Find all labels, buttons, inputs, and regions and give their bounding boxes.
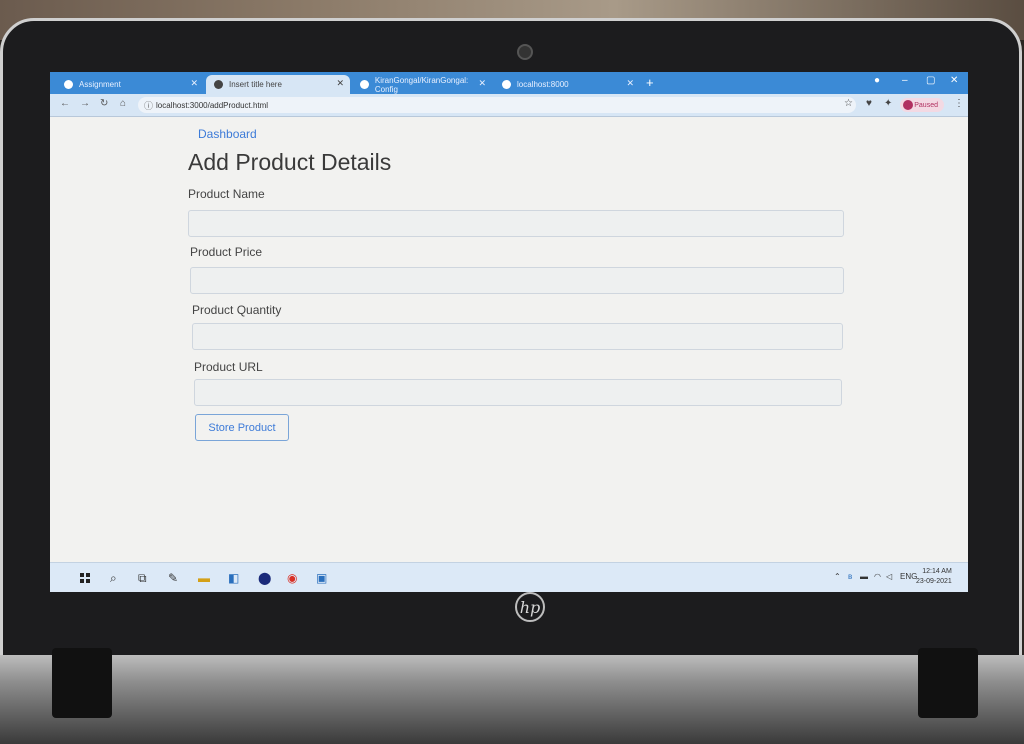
wifi-icon[interactable]: ◠ bbox=[874, 572, 881, 581]
page-content: Dashboard Add Product Details Product Na… bbox=[50, 117, 968, 562]
minimize-icon[interactable]: – bbox=[902, 75, 908, 86]
close-icon[interactable]: ✕ bbox=[626, 78, 634, 89]
app-icon[interactable]: ⬤ bbox=[258, 571, 271, 585]
product-quantity-label: Product Quantity bbox=[192, 303, 282, 317]
chrome-icon[interactable]: ◉ bbox=[287, 571, 297, 585]
clock[interactable]: 12:14 AM 23-09-2021 bbox=[916, 567, 952, 587]
product-price-label: Product Price bbox=[190, 245, 263, 259]
close-icon[interactable]: ✕ bbox=[190, 78, 198, 89]
puzzle-icon[interactable]: ✦ bbox=[884, 98, 892, 109]
webcam bbox=[517, 44, 533, 60]
hinge-right bbox=[918, 648, 978, 718]
tab-assignment[interactable]: Assignment ✕ bbox=[56, 75, 204, 94]
avatar bbox=[903, 100, 913, 110]
info-icon: ⓘ bbox=[144, 101, 154, 111]
window-close-icon[interactable]: ✕ bbox=[950, 75, 958, 86]
bluetooth-icon[interactable]: ʙ bbox=[848, 572, 852, 581]
address-text: localhost:3000/addProduct.html bbox=[156, 100, 269, 110]
tab-label: localhost:8000 bbox=[517, 80, 569, 89]
pen-icon[interactable]: ✎ bbox=[168, 571, 178, 585]
tab-insert-title[interactable]: Insert title here ✕ bbox=[206, 75, 350, 94]
volume-icon[interactable]: ◁ bbox=[886, 572, 892, 581]
forward-arrow-icon[interactable]: → bbox=[80, 98, 90, 109]
kebab-menu-icon[interactable]: ⋮ bbox=[954, 98, 964, 109]
laptop-base bbox=[0, 655, 1024, 744]
new-tab-button[interactable]: + bbox=[646, 75, 654, 90]
tab-github[interactable]: KiranGongal/KiranGongal: Config ✕ bbox=[352, 75, 492, 94]
folder-icon[interactable]: ▬ bbox=[198, 571, 210, 585]
hinge-left bbox=[52, 648, 112, 718]
globe-icon bbox=[214, 80, 223, 89]
tab-label: Insert title here bbox=[229, 80, 282, 89]
page-icon bbox=[64, 80, 73, 89]
product-name-input[interactable] bbox=[188, 210, 844, 237]
profile-button[interactable]: Paused bbox=[900, 98, 944, 112]
dashboard-link[interactable]: Dashboard bbox=[198, 127, 257, 141]
browser-toolbar: ← → ↻ ⌂ ⓘ localhost:3000/addProduct.html… bbox=[50, 94, 968, 117]
bookmark-star-icon[interactable]: ☆ bbox=[844, 98, 853, 109]
product-url-input[interactable] bbox=[194, 379, 842, 406]
maximize-icon[interactable]: ▢ bbox=[926, 75, 935, 86]
profile-status: Paused bbox=[914, 101, 938, 109]
windows-start-icon[interactable] bbox=[80, 573, 90, 583]
tab-label: KiranGongal/KiranGongal: Config bbox=[374, 75, 469, 94]
globe-icon bbox=[502, 80, 511, 89]
battery-icon[interactable]: ▬ bbox=[860, 572, 868, 581]
tab-label: Assignment bbox=[79, 80, 121, 89]
page-title: Add Product Details bbox=[188, 149, 392, 175]
product-quantity-input[interactable] bbox=[192, 323, 843, 350]
chevron-up-icon[interactable]: ⌃ bbox=[834, 572, 841, 581]
product-name-label: Product Name bbox=[188, 187, 265, 201]
github-icon bbox=[360, 80, 369, 89]
laptop-screen: Assignment ✕ Insert title here ✕ KiranGo… bbox=[50, 72, 968, 592]
browser-tab-bar: Assignment ✕ Insert title here ✕ KiranGo… bbox=[50, 72, 968, 94]
task-view-icon[interactable]: ⧉ bbox=[138, 571, 147, 586]
extension-icon[interactable]: ♥ bbox=[866, 98, 872, 109]
close-icon[interactable]: ✕ bbox=[336, 78, 344, 89]
store-icon[interactable]: ▣ bbox=[316, 571, 327, 585]
language-indicator[interactable]: ENG bbox=[900, 572, 917, 581]
taskbar: ⌕ ⧉ ✎ ▬ ◧ ⬤ ◉ ▣ ⌃ ʙ ▬ ◠ ◁ ENG 12:14 AM 2… bbox=[50, 562, 968, 592]
clock-date: 23-09-2021 bbox=[916, 578, 952, 585]
home-icon[interactable]: ⌂ bbox=[120, 98, 126, 109]
reload-icon[interactable]: ↻ bbox=[100, 98, 108, 109]
close-icon[interactable]: ✕ bbox=[478, 78, 486, 89]
search-icon[interactable]: ⌕ bbox=[110, 571, 117, 586]
hp-logo: hp bbox=[515, 592, 545, 622]
product-price-input[interactable] bbox=[190, 267, 844, 294]
back-arrow-icon[interactable]: ← bbox=[60, 98, 70, 109]
clock-time: 12:14 AM bbox=[922, 568, 952, 575]
product-url-label: Product URL bbox=[194, 360, 263, 374]
record-icon[interactable]: ● bbox=[874, 75, 880, 86]
vscode-icon[interactable]: ◧ bbox=[228, 571, 239, 585]
tab-localhost[interactable]: localhost:8000 ✕ bbox=[494, 75, 640, 94]
address-bar[interactable]: ⓘ localhost:3000/addProduct.html bbox=[138, 97, 856, 113]
store-product-button[interactable]: Store Product bbox=[195, 414, 289, 441]
